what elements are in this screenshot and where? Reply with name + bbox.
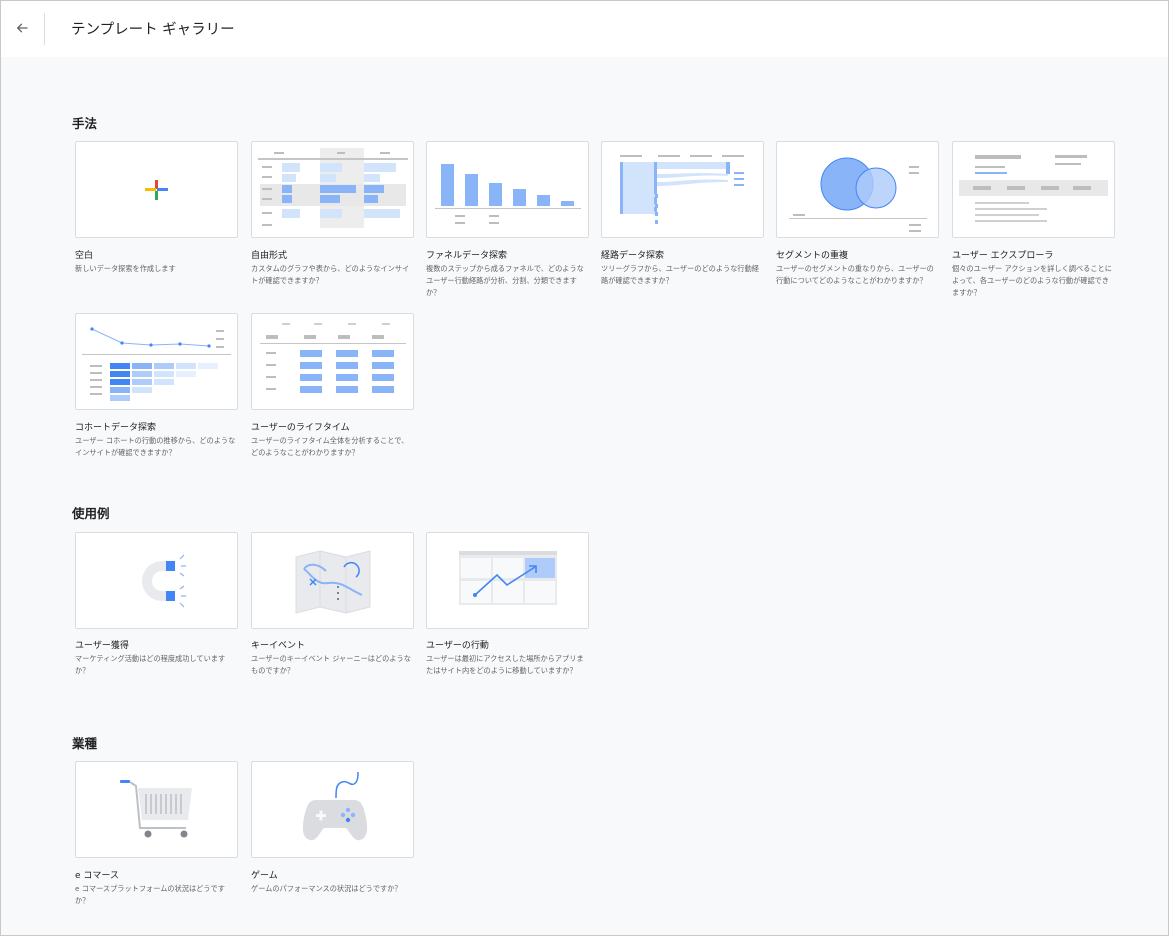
trend-arrow-icon bbox=[459, 551, 557, 605]
free-form-icon bbox=[258, 148, 408, 228]
cohort-icon bbox=[82, 327, 231, 401]
template-desc-path: ツリーグラフから、ユーザーのどのような行動経路が確認できますか？ bbox=[601, 264, 759, 285]
map-icon bbox=[295, 550, 371, 614]
section-title-techniques: 手法 bbox=[72, 116, 98, 131]
template-card-cohort[interactable] bbox=[75, 313, 238, 410]
template-name-free-form: 自由形式 bbox=[251, 251, 288, 261]
template-card-games[interactable] bbox=[251, 761, 414, 858]
template-desc-ecommerce: e コマースプラットフォームの状況はどうですか？ bbox=[75, 884, 225, 905]
lifetime-icon bbox=[260, 323, 406, 393]
template-name-key-events: キーイベント bbox=[251, 641, 306, 651]
template-name-ecommerce: e コマース bbox=[75, 871, 119, 881]
template-desc-cohort: ユーザー コホートの行動の推移から、どのようなインサイトが確認できますか？ bbox=[75, 436, 236, 457]
template-name-funnel: ファネルデータ探索 bbox=[426, 251, 508, 261]
template-desc-lifetime: ユーザーのライフタイム全体を分析することで、どのようなことがわかりますか？ bbox=[251, 436, 409, 457]
template-card-ecommerce[interactable] bbox=[75, 761, 238, 858]
arrow-back-icon bbox=[17, 23, 28, 33]
venn-icon bbox=[789, 157, 927, 232]
template-card-funnel[interactable] bbox=[426, 141, 589, 238]
path-icon bbox=[620, 155, 744, 224]
template-desc-user-behavior: ユーザーは最初にアクセスした場所からアプリまたはサイト内をどのように移動していま… bbox=[426, 654, 584, 675]
template-card-user-explorer[interactable] bbox=[952, 141, 1115, 238]
template-name-games: ゲーム bbox=[251, 871, 278, 881]
template-card-key-events[interactable] bbox=[251, 532, 414, 629]
template-gallery-page: テンプレート ギャラリー 手法 空白 新しいデータ探索を作成します 自由形式 カ… bbox=[0, 0, 1169, 936]
gamepad-icon bbox=[302, 771, 368, 841]
template-card-acquisition[interactable] bbox=[75, 532, 238, 629]
funnel-icon bbox=[435, 164, 581, 224]
magnet-icon bbox=[142, 554, 186, 608]
back-button[interactable] bbox=[9, 15, 35, 41]
template-card-path[interactable] bbox=[601, 141, 764, 238]
template-desc-key-events: ユーザーのキーイベント ジャーニーはどのようなものですか？ bbox=[251, 654, 411, 675]
template-card-segment-overlap[interactable] bbox=[776, 141, 939, 238]
template-name-path: 経路データ探索 bbox=[601, 251, 665, 261]
template-card-blank[interactable] bbox=[75, 141, 238, 238]
header-divider bbox=[44, 13, 45, 45]
header-bar: テンプレート ギャラリー bbox=[1, 1, 1168, 57]
template-desc-blank: 新しいデータ探索を作成します bbox=[75, 264, 176, 273]
template-desc-segment-overlap: ユーザーのセグメントの重なりから、ユーザーの行動についてどのようなことがわかりま… bbox=[776, 264, 934, 285]
template-card-lifetime[interactable] bbox=[251, 313, 414, 410]
shopping-cart-icon bbox=[120, 780, 192, 838]
user-explorer-icon bbox=[959, 155, 1108, 222]
template-desc-games: ゲームのパフォーマンスの状況はどうですか？ bbox=[251, 884, 402, 893]
template-name-cohort: コホートデータ探索 bbox=[75, 423, 157, 433]
template-name-blank: 空白 bbox=[75, 251, 94, 261]
plus-icon bbox=[145, 180, 168, 200]
template-card-user-behavior[interactable] bbox=[426, 532, 589, 629]
template-card-free-form[interactable] bbox=[251, 141, 414, 238]
template-desc-funnel: 複数のステップから成るファネルで、どのようなユーザー行動経路が分析、分割、分類で… bbox=[426, 264, 584, 297]
page-title: テンプレート ギャラリー bbox=[71, 22, 235, 38]
template-desc-user-explorer: 個々のユーザー アクションを詳しく調べることによって、各ユーザーのどのような行動… bbox=[952, 264, 1112, 297]
template-name-user-explorer: ユーザー エクスプローラ bbox=[952, 251, 1054, 261]
section-title-industries: 業種 bbox=[72, 736, 98, 751]
template-name-acquisition: ユーザー獲得 bbox=[75, 641, 129, 651]
template-name-lifetime: ユーザーのライフタイム bbox=[251, 423, 350, 433]
section-title-use-cases: 使用例 bbox=[72, 506, 110, 521]
template-desc-free-form: カスタムのグラフや表から、どのようなインサイトが確認できますか？ bbox=[251, 264, 410, 285]
template-name-segment-overlap: セグメントの重複 bbox=[776, 251, 849, 261]
template-desc-acquisition: マーケティング活動はどの程度成功していますか？ bbox=[75, 654, 226, 675]
template-name-user-behavior: ユーザーの行動 bbox=[426, 641, 489, 651]
